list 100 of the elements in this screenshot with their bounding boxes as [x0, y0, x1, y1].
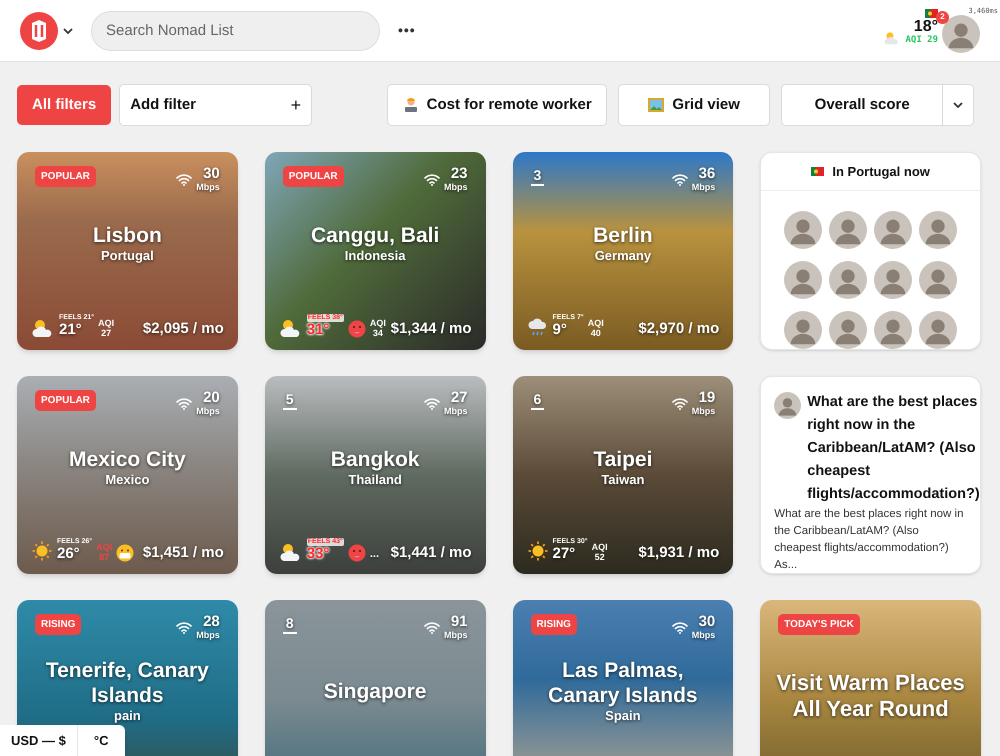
status-tag: POPULAR: [35, 390, 96, 411]
air-quality: AQI 29: [905, 34, 938, 44]
monthly-cost: $1,344 / mo: [390, 320, 472, 338]
speed-unit: Mbps: [196, 630, 220, 641]
temperature: 21°: [59, 322, 82, 338]
sun-icon: [526, 540, 548, 562]
internet-speed: 30: [203, 166, 220, 182]
temperature: 9°: [552, 322, 567, 338]
speed-unit: Mbps: [444, 182, 468, 193]
pick-card[interactable]: TODAY'S PICK Visit Warm Places All Year Round: [760, 600, 981, 756]
monthly-cost: $2,970 / mo: [638, 320, 720, 338]
internet-speed: 28: [203, 614, 220, 630]
internet-speed: 23: [450, 166, 468, 182]
grid-view-button[interactable]: Grid view: [618, 84, 770, 126]
caret-icon: [953, 102, 964, 108]
speed-unit: Mbps: [692, 406, 716, 417]
status-tag: RISING: [530, 614, 577, 635]
sort-label: Overall score: [814, 94, 911, 115]
aqi-more: ...: [370, 546, 380, 562]
country-name: Indonesia: [344, 248, 406, 264]
country-name: pain: [114, 708, 141, 724]
aqi-label: AQI: [588, 318, 604, 328]
city-name: Singapore: [324, 678, 426, 704]
person-avatar: [874, 211, 912, 249]
temperature: 31°: [306, 322, 330, 338]
city-card[interactable]: 8 91 Mbps Singapore: [264, 600, 486, 756]
rank-number: 5: [282, 390, 297, 410]
country-name: Germany: [594, 248, 652, 264]
aqi-value: 40: [590, 328, 601, 338]
hot-face-icon: [348, 320, 366, 338]
flag-icon: [925, 8, 938, 18]
speed-unit: Mbps: [196, 406, 220, 417]
city-name: Berlin: [593, 222, 653, 248]
country-name: Portugal: [101, 248, 154, 264]
status-tag: POPULAR: [35, 166, 96, 187]
wifi-icon: [176, 398, 192, 410]
aqi-label: AQI: [370, 318, 386, 328]
add-filter-button[interactable]: Add filter +: [119, 84, 312, 126]
internet-speed: 20: [203, 390, 220, 406]
wifi-icon: [672, 622, 688, 634]
internet-speed: 91: [450, 614, 468, 630]
mask-face-icon: [116, 544, 134, 562]
city-name: Visit Warm Places All Year Round: [775, 670, 966, 722]
currency-button[interactable]: USD — $: [0, 725, 78, 756]
wifi-icon: [424, 398, 440, 410]
person-avatar: [874, 261, 912, 299]
city-name: Bangkok: [330, 446, 420, 472]
flag-icon: [811, 167, 824, 176]
city-card[interactable]: RISING 30 Mbps Las Palmas, Canary Islands Spain: [512, 600, 734, 756]
card-title: In Portugal now: [832, 162, 930, 181]
post-excerpt: What are the best places right now in the Caribbean/LatAM? (Also cheapest flights/accommodation?) As...: [774, 507, 964, 573]
person-avatar: [784, 311, 822, 349]
rank-number: 3: [530, 166, 544, 186]
forum-card[interactable]: [760, 376, 981, 574]
speed-unit: Mbps: [692, 182, 716, 193]
wifi-icon: [424, 622, 440, 634]
person-avatar: [784, 261, 822, 299]
temperature: 26°: [57, 546, 80, 562]
more-button[interactable]: •••: [398, 20, 416, 41]
city-name: Taipei: [593, 446, 652, 472]
internet-speed: 36: [698, 166, 716, 182]
aqi-label: AQI: [592, 542, 608, 552]
monthly-cost: $2,095 / mo: [142, 320, 224, 338]
notification-badge: 2: [936, 10, 949, 24]
logo-icon[interactable]: [20, 12, 58, 50]
rank-number: 6: [530, 390, 544, 410]
picture-icon: [648, 98, 664, 112]
person-avatar: [829, 261, 868, 299]
speed-unit: Mbps: [444, 630, 468, 641]
temperature: 27°: [552, 546, 576, 562]
country-name: Thailand: [348, 472, 402, 488]
units-button[interactable]: °C: [78, 725, 124, 756]
status-tag: POPULAR: [282, 166, 344, 187]
speed-unit: Mbps: [692, 630, 716, 641]
sort-dropdown[interactable]: Overall score: [781, 84, 974, 126]
wifi-icon: [176, 174, 192, 186]
aqi-value: 27: [101, 328, 112, 338]
city-name: Las Palmas, Canary Islands: [547, 658, 699, 708]
monthly-cost: $1,451 / mo: [142, 544, 224, 562]
rank-number: 8: [282, 614, 297, 634]
cost-filter-button[interactable]: Cost for remote worker: [387, 84, 608, 126]
temperature: 33°: [306, 546, 330, 562]
wifi-icon: [424, 174, 440, 186]
all-filters-button[interactable]: All filters: [17, 85, 112, 125]
city-name: Tenerife, Canary Islands: [44, 658, 210, 708]
city-name: Lisbon: [92, 222, 162, 248]
search-field[interactable]: Search Nomad List: [91, 10, 380, 50]
rain-cloud-icon: [526, 316, 548, 338]
aqi-label: AQI: [96, 542, 112, 552]
status-tag: RISING: [35, 614, 82, 635]
country-name: Mexico: [105, 472, 150, 488]
worker-icon: [402, 97, 419, 113]
person-avatar: [874, 311, 912, 349]
caret-icon[interactable]: [63, 28, 73, 34]
hot-face-icon: [348, 544, 366, 562]
internet-speed: 27: [450, 390, 468, 406]
wifi-icon: [672, 174, 688, 186]
person-avatar: [919, 311, 958, 349]
aqi-label: AQI: [98, 318, 114, 328]
internet-speed: 30: [698, 614, 716, 630]
